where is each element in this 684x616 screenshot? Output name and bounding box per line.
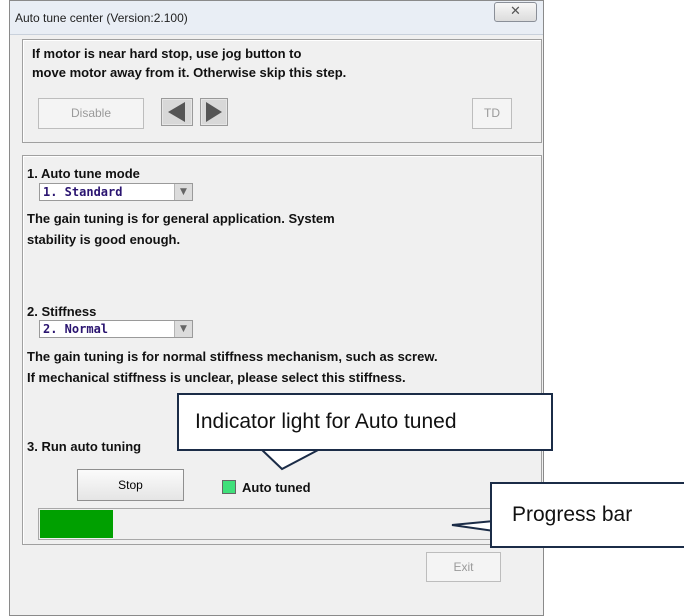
- progress-callout-text: Progress bar: [512, 503, 633, 526]
- window-title: Auto tune center (Version:2.100): [15, 11, 188, 25]
- auto-tune-mode-value: 1. Standard: [43, 185, 123, 199]
- stiffness-value: 2. Normal: [43, 322, 109, 336]
- stiffness-select[interactable]: 2. Normal ▼: [39, 320, 193, 338]
- exit-button[interactable]: Exit: [426, 552, 501, 582]
- progress-bar: [38, 508, 527, 540]
- auto-tuned-indicator-light: [222, 480, 236, 494]
- jog-instruction-line1: If motor is near hard stop, use jog butt…: [32, 46, 302, 61]
- jog-panel: If motor is near hard stop, use jog butt…: [22, 39, 542, 143]
- progress-callout: Progress bar: [490, 482, 684, 548]
- jog-left-button[interactable]: [161, 98, 193, 126]
- title-bar: Auto tune center (Version:2.100) ✕: [10, 1, 543, 35]
- chevron-down-icon[interactable]: ▼: [174, 184, 192, 200]
- stiffness-description-line2: If mechanical stiffness is unclear, plea…: [27, 370, 406, 385]
- tuning-panel: 1. Auto tune mode 1. Standard ▼ The gain…: [22, 155, 542, 545]
- chevron-down-icon[interactable]: ▼: [174, 321, 192, 337]
- jog-instruction-line2: move motor away from it. Otherwise skip …: [32, 65, 347, 80]
- stiffness-heading: 2. Stiffness: [27, 304, 97, 319]
- jog-right-button[interactable]: [200, 98, 228, 126]
- auto-tune-mode-select[interactable]: 1. Standard ▼: [39, 183, 193, 201]
- stop-button[interactable]: Stop: [77, 469, 184, 501]
- close-icon: ✕: [510, 4, 521, 19]
- right-triangle-icon: [200, 98, 228, 126]
- run-auto-tuning-heading: 3. Run auto tuning: [27, 439, 142, 454]
- disable-button[interactable]: Disable: [38, 98, 144, 129]
- stiffness-description-line1: The gain tuning is for normal stiffness …: [27, 349, 438, 364]
- mode-description-line1: The gain tuning is for general applicati…: [27, 211, 335, 226]
- indicator-callout: Indicator light for Auto tuned: [177, 393, 553, 451]
- auto-tuned-label: Auto tuned: [242, 480, 311, 495]
- mode-description-line2: stability is good enough.: [27, 232, 181, 247]
- td-button[interactable]: TD: [472, 98, 512, 129]
- close-button[interactable]: ✕: [494, 2, 537, 22]
- indicator-callout-text: Indicator light for Auto tuned: [195, 410, 457, 433]
- auto-tune-mode-heading: 1. Auto tune mode: [27, 166, 140, 181]
- auto-tune-window: Auto tune center (Version:2.100) ✕ If mo…: [9, 0, 544, 616]
- left-triangle-icon: [161, 98, 193, 126]
- progress-bar-fill: [40, 510, 113, 538]
